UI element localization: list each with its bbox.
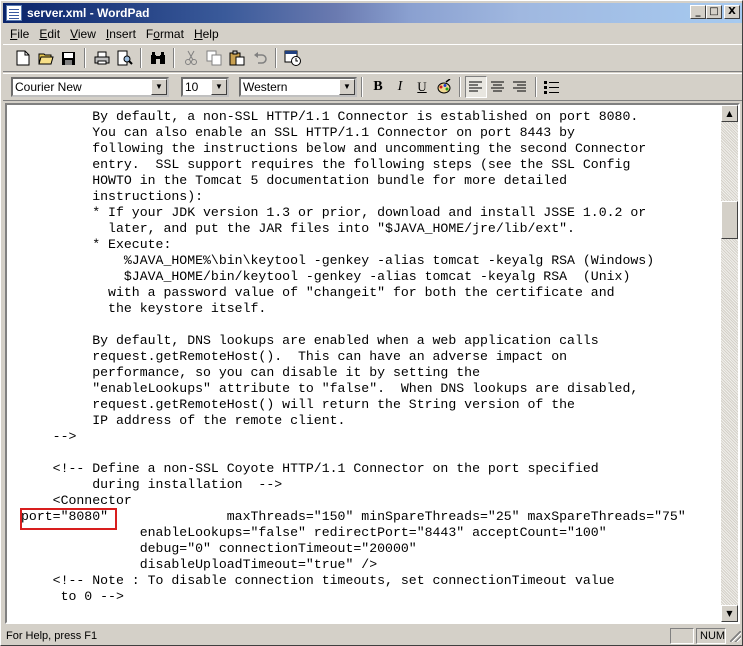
- cut-icon[interactable]: [179, 47, 202, 69]
- menu-format[interactable]: Format: [141, 27, 189, 41]
- document-line[interactable]: You can also enable an SSL HTTP/1.1 Conn…: [21, 125, 686, 141]
- document-editor[interactable]: By default, a non-SSL HTTP/1.1 Connector…: [5, 103, 740, 624]
- paste-icon[interactable]: [225, 47, 248, 69]
- document-line[interactable]: <!-- Note : To disable connection timeou…: [21, 573, 686, 589]
- window-title: server.xml - WordPad: [27, 6, 150, 20]
- document-line[interactable]: to 0 -->: [21, 589, 686, 605]
- scroll-up-icon[interactable]: ▲: [721, 105, 738, 122]
- document-line[interactable]: * If your JDK version 1.3 or prior, down…: [21, 205, 686, 221]
- standard-toolbar: [3, 44, 742, 72]
- document-line[interactable]: port="8080" maxThreads="150" minSpareThr…: [21, 509, 686, 525]
- status-num-indicator: NUM: [696, 627, 726, 644]
- document-line[interactable]: By default, DNS lookups are enabled when…: [21, 333, 686, 349]
- menu-view[interactable]: View: [65, 27, 101, 41]
- title-bar[interactable]: server.xml - WordPad _ □ X: [3, 3, 742, 23]
- align-right-icon[interactable]: [509, 76, 531, 98]
- document-line[interactable]: IP address of the remote client.: [21, 413, 686, 429]
- document-line[interactable]: with a password value of "changeit" for …: [21, 285, 686, 301]
- document-line[interactable]: -->: [21, 429, 686, 445]
- menu-file[interactable]: File: [5, 27, 34, 41]
- document-line[interactable]: the keystore itself.: [21, 301, 686, 317]
- save-icon[interactable]: [57, 47, 80, 69]
- document-line[interactable]: <!-- Define a non-SSL Coyote HTTP/1.1 Co…: [21, 461, 686, 477]
- minimize-button[interactable]: _: [690, 5, 706, 19]
- font-script-value: Western: [243, 80, 288, 94]
- bullets-icon[interactable]: [541, 76, 563, 98]
- color-palette-icon[interactable]: [433, 76, 455, 98]
- font-size-value: 10: [185, 80, 199, 94]
- copy-icon[interactable]: [202, 47, 225, 69]
- format-toolbar: Courier New ▼ 10 ▼ Western ▼ B I U: [3, 73, 742, 101]
- toolbar-separator: [84, 48, 86, 68]
- font-script-select[interactable]: Western ▼: [239, 77, 357, 97]
- resize-grip-icon[interactable]: [728, 629, 742, 643]
- document-line[interactable]: [21, 445, 686, 461]
- document-line[interactable]: "enableLookups" attribute to "false". Wh…: [21, 381, 686, 397]
- undo-icon[interactable]: [248, 47, 271, 69]
- chevron-down-icon[interactable]: ▼: [151, 79, 167, 95]
- toolbar-separator: [535, 77, 537, 97]
- document-line[interactable]: request.getRemoteHost() will return the …: [21, 397, 686, 413]
- scroll-down-icon[interactable]: ▼: [721, 605, 738, 622]
- toolbar-separator: [459, 77, 461, 97]
- document-line[interactable]: enableLookups="false" redirectPort="8443…: [21, 525, 686, 541]
- highlight-annotation: [20, 508, 117, 530]
- document-line[interactable]: request.getRemoteHost(). This can have a…: [21, 349, 686, 365]
- document-line[interactable]: disableUploadTimeout="true" />: [21, 557, 686, 573]
- wordpad-window: server.xml - WordPad _ □ X File Edit Vie…: [0, 0, 743, 646]
- toolbar-separator: [361, 77, 363, 97]
- document-line[interactable]: later, and put the JAR files into "$JAVA…: [21, 221, 686, 237]
- scroll-thumb[interactable]: [721, 201, 738, 239]
- document-line[interactable]: By default, a non-SSL HTTP/1.1 Connector…: [21, 109, 686, 125]
- wordpad-document-icon[interactable]: [6, 5, 22, 21]
- vertical-scrollbar[interactable]: ▲ ▼: [721, 105, 738, 622]
- document-line[interactable]: [21, 317, 686, 333]
- align-left-icon[interactable]: [465, 76, 487, 98]
- chevron-down-icon[interactable]: ▼: [339, 79, 355, 95]
- document-line[interactable]: debug="0" connectionTimeout="20000": [21, 541, 686, 557]
- menu-help[interactable]: Help: [189, 27, 224, 41]
- window-controls: _ □ X: [690, 5, 740, 19]
- print-preview-icon[interactable]: [113, 47, 136, 69]
- document-text-area[interactable]: By default, a non-SSL HTTP/1.1 Connector…: [7, 105, 720, 622]
- font-name-value: Courier New: [15, 80, 82, 94]
- document-content[interactable]: By default, a non-SSL HTTP/1.1 Connector…: [21, 109, 686, 605]
- toolbar-separator: [275, 48, 277, 68]
- document-line[interactable]: <Connector: [21, 493, 686, 509]
- document-line[interactable]: following the instructions below and unc…: [21, 141, 686, 157]
- document-line[interactable]: * Execute:: [21, 237, 686, 253]
- open-folder-icon[interactable]: [34, 47, 57, 69]
- find-binoculars-icon[interactable]: [146, 47, 169, 69]
- chevron-down-icon[interactable]: ▼: [211, 79, 227, 95]
- document-line[interactable]: instructions):: [21, 189, 686, 205]
- document-line[interactable]: during installation -->: [21, 477, 686, 493]
- document-line[interactable]: entry. SSL support requires the followin…: [21, 157, 686, 173]
- bold-button[interactable]: B: [367, 76, 389, 98]
- status-bar: For Help, press F1 NUM: [3, 626, 742, 645]
- toolbar-separator: [173, 48, 175, 68]
- document-line[interactable]: $JAVA_HOME/bin/keytool -genkey -alias to…: [21, 269, 686, 285]
- font-size-select[interactable]: 10 ▼: [181, 77, 229, 97]
- status-help-text: For Help, press F1: [6, 629, 98, 642]
- close-button[interactable]: X: [724, 5, 740, 19]
- maximize-button[interactable]: □: [706, 5, 722, 19]
- underline-button[interactable]: U: [411, 76, 433, 98]
- menu-edit[interactable]: Edit: [34, 27, 65, 41]
- document-line[interactable]: HOWTO in the Tomcat 5 documentation bund…: [21, 173, 686, 189]
- insert-datetime-icon[interactable]: [281, 47, 304, 69]
- menu-insert[interactable]: Insert: [101, 27, 141, 41]
- font-name-select[interactable]: Courier New ▼: [11, 77, 169, 97]
- document-line[interactable]: %JAVA_HOME%\bin\keytool -genkey -alias t…: [21, 253, 686, 269]
- align-center-icon[interactable]: [487, 76, 509, 98]
- document-line[interactable]: performance, so you can disable it by se…: [21, 365, 686, 381]
- status-panel-caps: [670, 627, 694, 644]
- new-document-icon[interactable]: [11, 47, 34, 69]
- italic-button[interactable]: I: [389, 76, 411, 98]
- print-icon[interactable]: [90, 47, 113, 69]
- menu-bar: File Edit View Insert Format Help: [3, 24, 742, 43]
- toolbar-separator: [140, 48, 142, 68]
